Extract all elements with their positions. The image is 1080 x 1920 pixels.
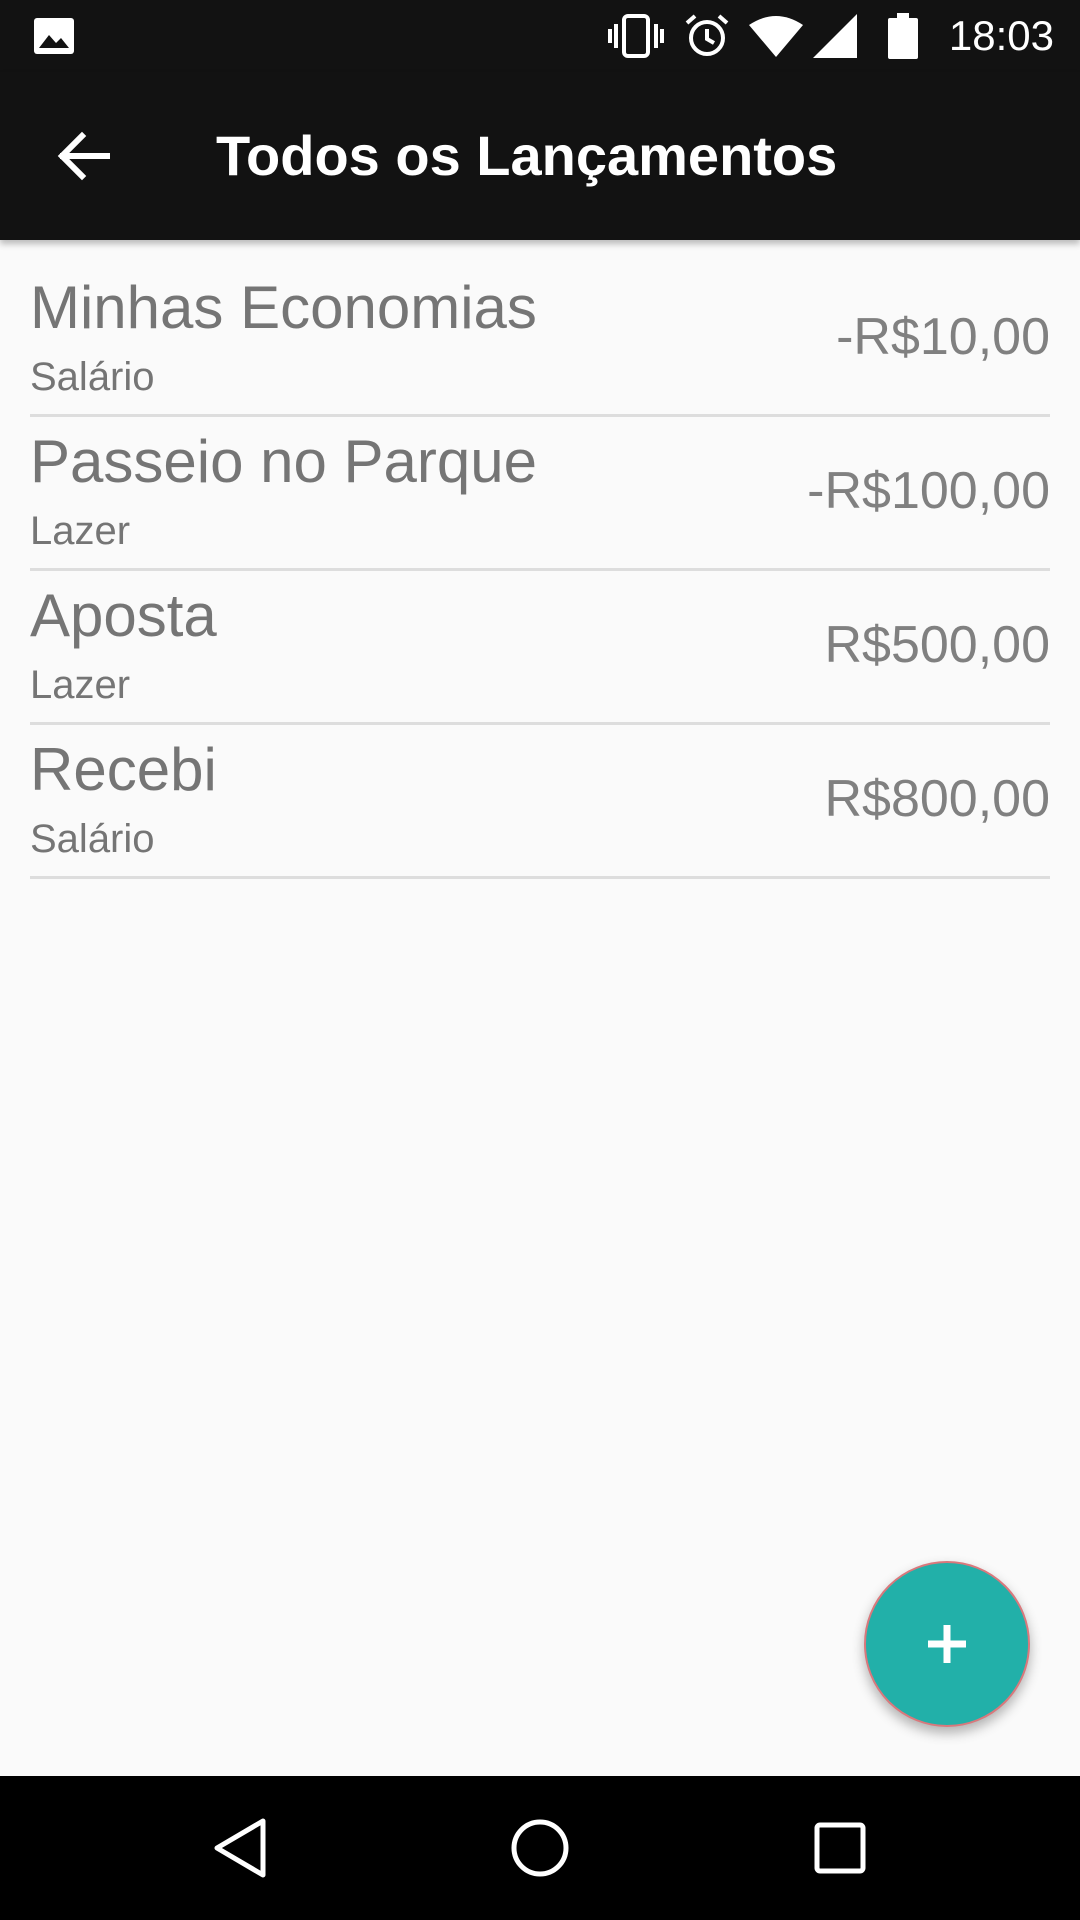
plus-icon <box>928 1625 966 1663</box>
entry-category: Lazer <box>30 509 131 553</box>
app-bar: Todos os Lançamentos <box>0 72 1080 240</box>
image-icon <box>30 0 78 72</box>
status-bar: 18:03 <box>0 0 1080 72</box>
list-item[interactable]: Minhas Economias Salário -R$10,00 <box>30 263 1050 417</box>
entries-list: Minhas Economias Salário -R$10,00 Passei… <box>30 263 1050 879</box>
entry-title: Passeio no Parque <box>30 428 538 495</box>
vibrate-icon <box>608 0 664 72</box>
alarm-icon <box>683 0 731 72</box>
signal-icon <box>812 0 858 72</box>
list-item[interactable]: Recebi Salário R$800,00 <box>30 725 1050 879</box>
home-circle-icon <box>511 1819 569 1877</box>
nav-recents-button[interactable] <box>760 1776 920 1920</box>
entry-amount: R$500,00 <box>824 616 1050 674</box>
nav-back-button[interactable] <box>160 1776 320 1920</box>
add-entry-button[interactable] <box>864 1561 1030 1727</box>
list-item[interactable]: Aposta Lazer R$500,00 <box>30 571 1050 725</box>
back-button[interactable] <box>40 112 128 200</box>
entry-category: Salário <box>30 817 155 861</box>
arrow-left-icon <box>57 131 110 181</box>
entry-category: Salário <box>30 355 155 399</box>
system-nav-bar <box>0 1776 1080 1920</box>
nav-home-button[interactable] <box>460 1776 620 1920</box>
list-item[interactable]: Passeio no Parque Lazer -R$100,00 <box>30 417 1050 571</box>
entry-amount: -R$100,00 <box>807 462 1050 520</box>
recents-square-icon <box>814 1822 866 1874</box>
entry-title: Minhas Economias <box>30 274 537 341</box>
entry-category: Lazer <box>30 663 131 707</box>
wifi-icon <box>748 0 804 72</box>
page-title: Todos os Lançamentos <box>216 124 838 187</box>
entry-title: Recebi <box>30 736 217 803</box>
battery-icon <box>886 0 920 72</box>
entry-amount: R$800,00 <box>824 770 1050 828</box>
back-triangle-icon <box>214 1818 266 1878</box>
entry-amount: -R$10,00 <box>836 308 1050 366</box>
entry-title: Aposta <box>30 582 217 649</box>
status-time: 18:03 <box>948 12 1054 59</box>
